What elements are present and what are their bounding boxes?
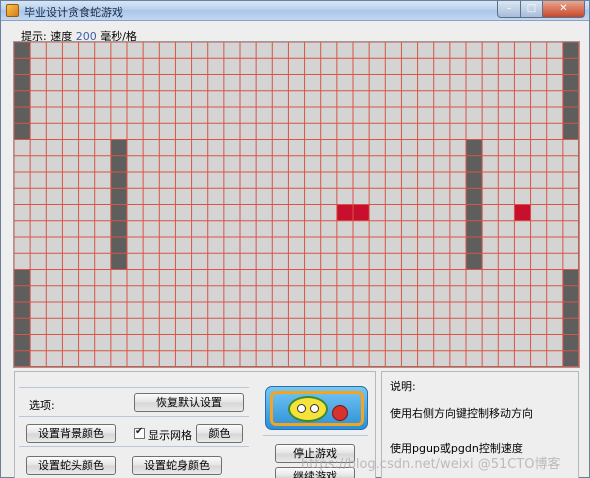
options-divider-2: [19, 446, 249, 447]
set-background-color-button[interactable]: 设置背景颜色: [26, 424, 116, 443]
options-title: 选项:: [29, 399, 55, 412]
options-divider-1: [19, 416, 249, 417]
close-button[interactable]: ✕: [543, 1, 585, 18]
grid-lines: [14, 42, 579, 367]
set-body-color-button[interactable]: 设置蛇身颜色: [132, 456, 222, 475]
maximize-button[interactable]: □: [521, 1, 543, 18]
restore-default-button[interactable]: 恢复默认设置: [134, 393, 244, 412]
help-title: 说明:: [390, 380, 416, 393]
show-grid-label: 显示网格: [148, 429, 192, 442]
help-direction-text: 使用右侧方向键控制移动方向: [390, 407, 533, 420]
options-top-divider: [19, 387, 249, 388]
game-board[interactable]: [13, 41, 580, 368]
red-cell: [353, 204, 370, 221]
red-cell: [514, 204, 531, 221]
game-divider: [263, 435, 368, 436]
game-window: 毕业设计贪食蛇游戏 – □ ✕ 提示: 速度 200 毫秒/格 选项: 恢复默认…: [0, 0, 590, 478]
watermark-text: https://blog.csdn.net/weixi @51CTO博客: [301, 457, 561, 472]
game-logo-image: [265, 386, 368, 430]
red-cell: [336, 204, 353, 221]
window-controls: – □ ✕: [497, 1, 585, 18]
window-title: 毕业设计贪食蛇游戏: [24, 6, 123, 19]
grid-color-button[interactable]: 颜色: [196, 424, 243, 443]
show-grid-checkbox[interactable]: [134, 426, 145, 439]
board-canvas: [14, 42, 579, 367]
app-icon: [6, 4, 19, 17]
title-bar[interactable]: 毕业设计贪食蛇游戏 – □ ✕: [1, 1, 589, 21]
minimize-button[interactable]: –: [497, 1, 521, 18]
set-head-color-button[interactable]: 设置蛇头颜色: [26, 456, 116, 475]
